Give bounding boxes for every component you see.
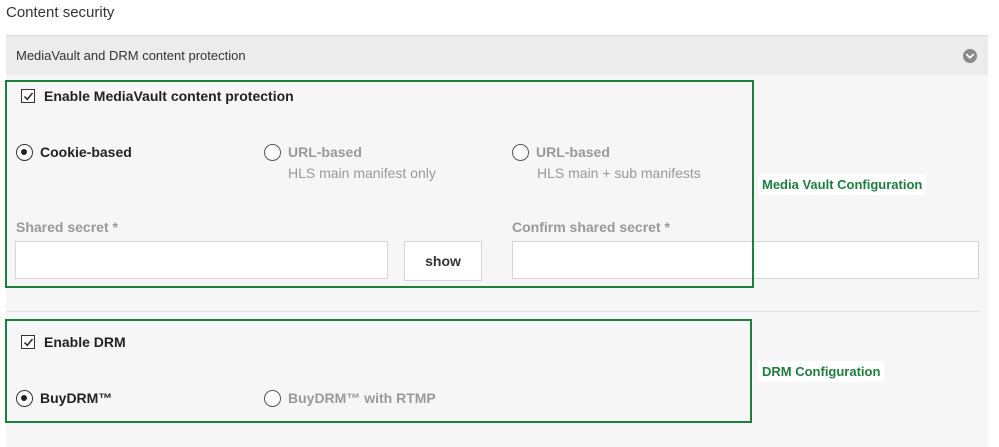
mediavault-annotation-box <box>5 80 754 288</box>
drm-annotation-label: DRM Configuration <box>758 361 885 382</box>
drm-annotation-box <box>5 319 752 423</box>
mediavault-annotation-label: Media Vault Configuration <box>758 174 927 195</box>
panel-title: MediaVault and DRM content protection <box>16 48 246 63</box>
panel-header[interactable]: MediaVault and DRM content protection <box>6 35 988 75</box>
chevron-down-icon[interactable] <box>963 49 977 63</box>
page-title: Content security <box>6 4 115 21</box>
section-divider <box>6 311 980 312</box>
